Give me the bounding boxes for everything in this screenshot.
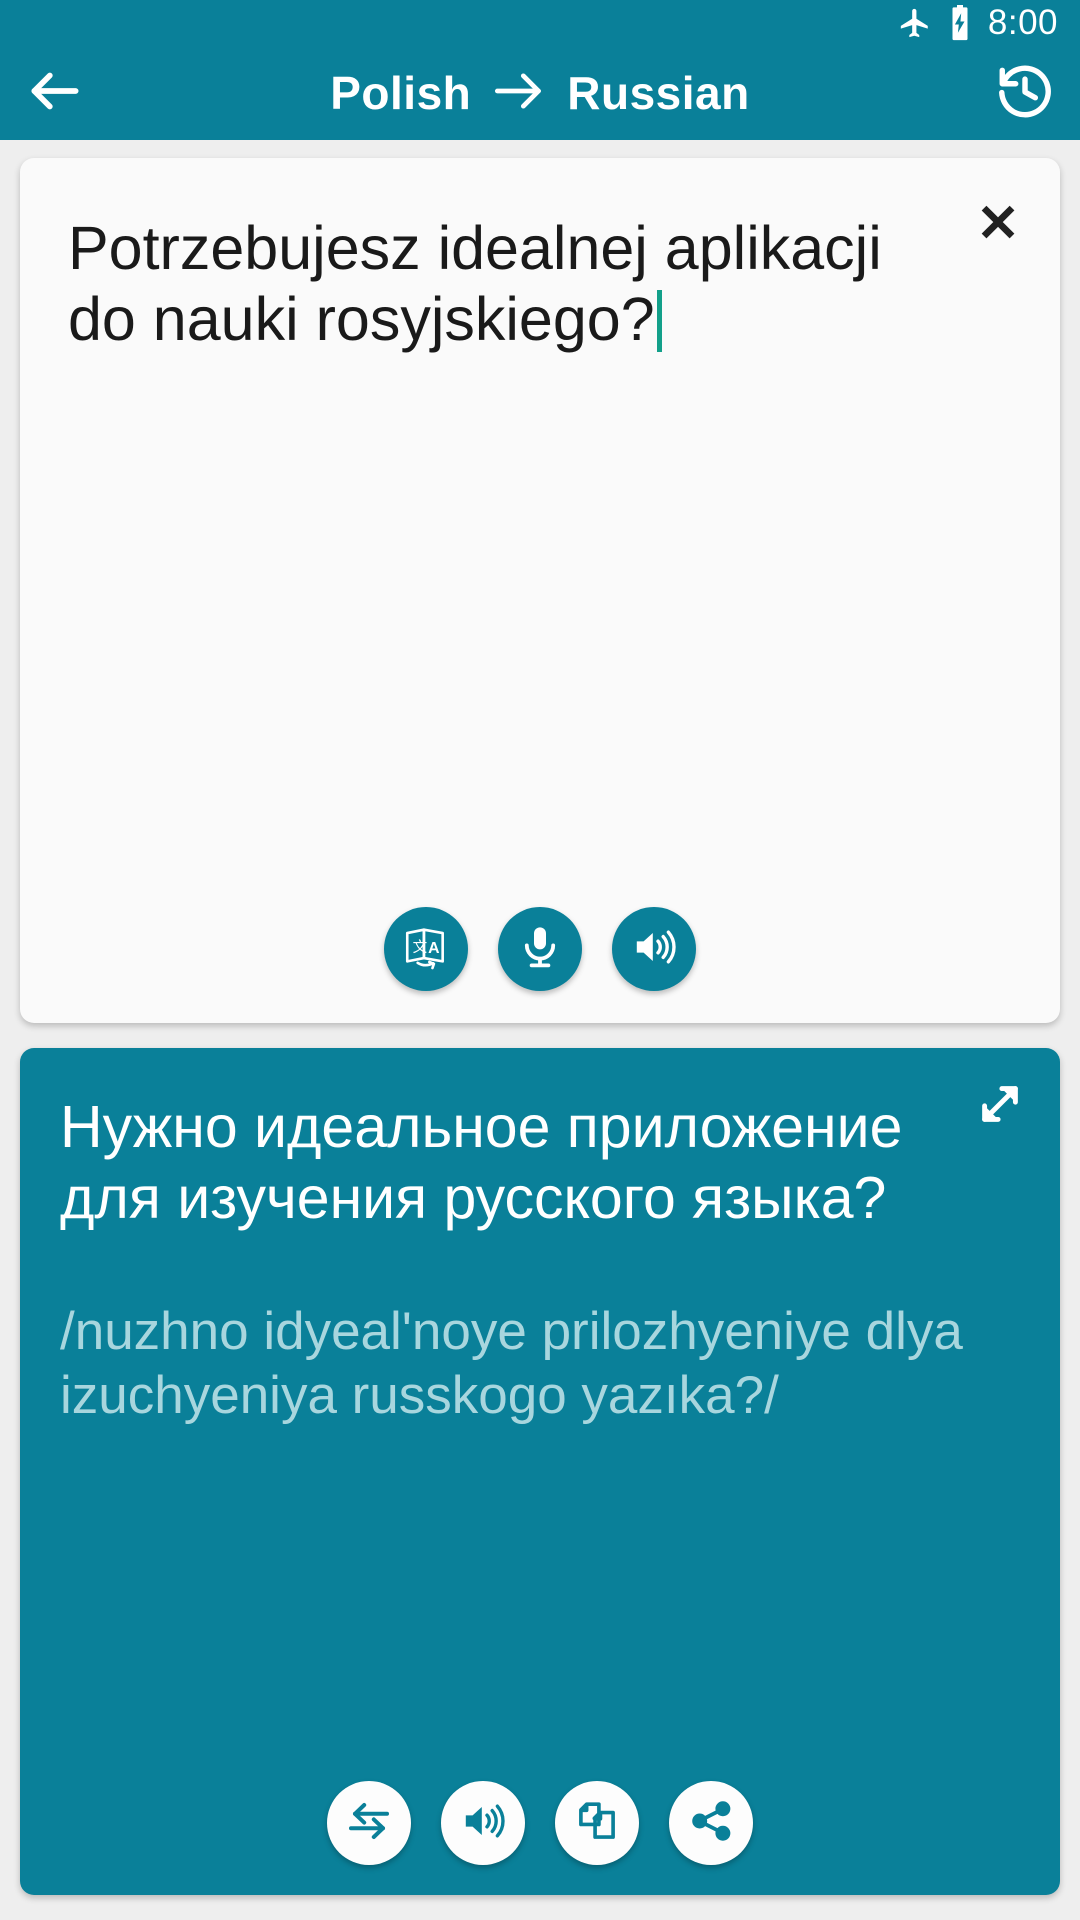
app-bar: Polish Russian (0, 46, 1080, 140)
copy-icon (574, 1798, 620, 1849)
expand-button[interactable] (960, 1066, 1040, 1146)
transliteration-text: /nuzhno idyeal'noye prilozhyeniye dlya i… (60, 1302, 963, 1425)
language-pair-title[interactable]: Polish Russian (110, 66, 970, 120)
back-arrow-icon (24, 60, 86, 127)
translate-button[interactable]: 文 A (384, 907, 468, 991)
swap-languages-button[interactable] (327, 1781, 411, 1865)
history-icon (994, 60, 1056, 127)
svg-text:A: A (428, 939, 440, 956)
svg-text:文: 文 (413, 939, 428, 956)
source-language-label: Polish (330, 67, 472, 119)
close-icon: ✕ (976, 195, 1020, 253)
translation-text: Нужно идеальное приложение для изучения … (60, 1094, 903, 1231)
speak-translation-button[interactable] (441, 1781, 525, 1865)
target-language-label: Russian (567, 67, 750, 119)
speak-source-button[interactable] (612, 907, 696, 991)
translate-icon: 文 A (401, 922, 451, 977)
back-button[interactable] (0, 46, 110, 140)
swap-arrows-icon (345, 1797, 393, 1850)
status-bar: 8:00 (0, 0, 1080, 46)
copy-button[interactable] (555, 1781, 639, 1865)
battery-charging-icon (946, 5, 974, 41)
history-button[interactable] (970, 46, 1080, 140)
speaker-icon (630, 923, 678, 976)
source-text-card[interactable]: ✕ Potrzebujesz idealnej aplikacji do nau… (20, 158, 1060, 1023)
share-icon (688, 1798, 734, 1849)
speaker-icon (459, 1797, 507, 1850)
source-text-input[interactable]: Potrzebujesz idealnej aplikacji do nauki… (68, 213, 948, 355)
airplane-mode-icon (898, 6, 932, 40)
microphone-button[interactable] (498, 907, 582, 991)
share-button[interactable] (669, 1781, 753, 1865)
translation-action-bar (20, 1781, 1060, 1865)
status-time: 8:00 (987, 2, 1058, 42)
arrow-right-icon (493, 71, 545, 116)
clear-text-button[interactable]: ✕ (954, 180, 1042, 268)
source-text-value: Potrzebujesz idealnej aplikacji do nauki… (68, 214, 899, 353)
source-action-bar: 文 A (20, 907, 1060, 991)
expand-fullscreen-icon (972, 1076, 1028, 1137)
microphone-icon (516, 923, 564, 976)
translation-result-card[interactable]: Нужно идеальное приложение для изучения … (20, 1048, 1060, 1895)
app-screen: 8:00 Polish Russian ✕ Potrzebujesz ideal… (0, 0, 1080, 1920)
text-caret (656, 289, 662, 352)
